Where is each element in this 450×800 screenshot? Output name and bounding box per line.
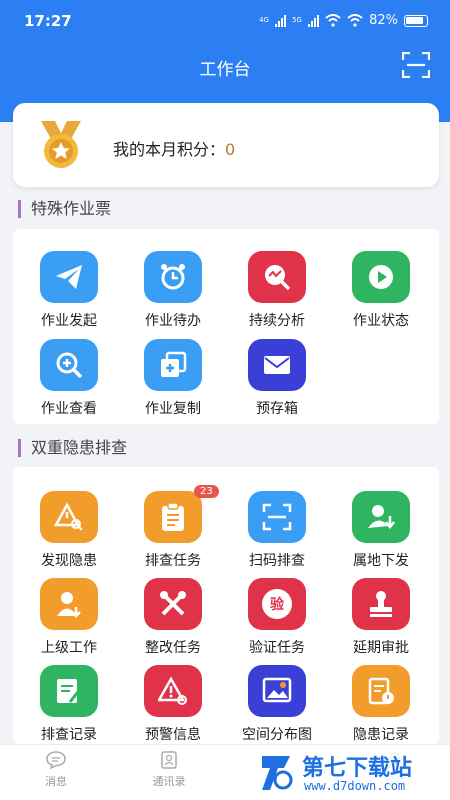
task-count-badge: 23 xyxy=(194,485,219,498)
score-value: 0 xyxy=(225,140,236,159)
scan-code-icon xyxy=(248,491,306,543)
status-bar: 17:27 4G 5G 82% xyxy=(0,0,450,44)
edit-document-icon xyxy=(40,665,98,717)
warning-search-icon xyxy=(40,491,98,543)
grid-item-label: 空间分布图 xyxy=(242,727,312,743)
watermark-name: 第七下载站 xyxy=(302,756,413,781)
grid-item-scan-check[interactable]: 扫码排查 xyxy=(221,491,325,577)
score-label: 我的本月积分：0 xyxy=(113,140,236,159)
tab-contacts[interactable]: 通讯录 xyxy=(139,751,199,789)
watermark-url: www.d7down.com xyxy=(304,779,406,793)
grid-item-spatial-map[interactable]: 空间分布图 xyxy=(221,665,325,751)
scan-icon[interactable] xyxy=(402,52,430,78)
user-download-icon xyxy=(352,491,410,543)
grid-item-continuous-analysis[interactable]: 持续分析 xyxy=(221,251,325,337)
grid-item-label: 预警信息 xyxy=(145,727,201,743)
stamp-icon xyxy=(352,578,410,630)
grid-item-label: 验证任务 xyxy=(249,640,305,656)
user-task-icon xyxy=(40,578,98,630)
section-title-hazard-check: 双重隐患排查 xyxy=(18,439,127,457)
grid-item-label: 排查记录 xyxy=(41,727,97,743)
wifi-icon-2 xyxy=(347,14,363,27)
medal-icon xyxy=(41,121,81,168)
grid-item-label: 延期审批 xyxy=(353,640,409,656)
clipboard-icon xyxy=(144,491,202,543)
play-icon xyxy=(352,251,410,303)
grid-item-check-task[interactable]: 23 排查任务 xyxy=(117,485,221,577)
grid-item-label: 作业待办 xyxy=(145,313,201,329)
grid-item-label: 隐患记录 xyxy=(353,727,409,743)
network-4g-label: 4G xyxy=(259,16,269,24)
chat-icon xyxy=(46,751,66,769)
copy-icon xyxy=(144,339,202,391)
status-time: 17:27 xyxy=(24,12,72,30)
watermark-logo-icon xyxy=(262,756,293,790)
grid-item-label: 作业发起 xyxy=(41,313,97,329)
document-warning-icon xyxy=(352,665,410,717)
grid-item-job-status[interactable]: 作业状态 xyxy=(325,251,429,337)
paper-plane-icon xyxy=(40,251,98,303)
grid-item-label: 持续分析 xyxy=(249,313,305,329)
grid-item-extension-approval[interactable]: 延期审批 xyxy=(325,578,429,664)
magnifier-chart-icon xyxy=(248,251,306,303)
grid-item-verify-task[interactable]: 验 验证任务 xyxy=(221,578,325,664)
grid-item-job-copy[interactable]: 作业复制 xyxy=(117,339,221,425)
site-watermark: 第七下载站 www.d7down.com xyxy=(250,746,450,800)
tab-label: 消息 xyxy=(45,775,67,788)
grid-item-warning-info[interactable]: 预警信息 xyxy=(117,665,221,751)
special-work-panel: 作业发起 作业待办 持续分析 作业状态 作业查看 作业复制 预存箱 xyxy=(13,229,439,424)
hazard-check-panel: 发现隐患 23 排查任务 扫码排查 属地下发 上级工作 整改任务 验 验证任务 … xyxy=(13,467,439,744)
grid-item-label: 整改任务 xyxy=(145,640,201,656)
grid-item-local-dispatch[interactable]: 属地下发 xyxy=(325,491,429,577)
zoom-in-icon xyxy=(40,339,98,391)
grid-item-superior-work[interactable]: 上级工作 xyxy=(13,578,117,664)
address-book-icon xyxy=(161,751,177,769)
grid-item-check-record[interactable]: 排查记录 xyxy=(13,665,117,751)
grid-item-draft-box[interactable]: 预存箱 xyxy=(221,339,325,425)
grid-item-label: 作业复制 xyxy=(145,401,201,417)
grid-item-label: 属地下发 xyxy=(353,553,409,569)
verify-stamp-icon: 验 xyxy=(248,578,306,630)
grid-item-label: 扫码排查 xyxy=(249,553,305,569)
grid-item-hazard-record[interactable]: 隐患记录 xyxy=(325,665,429,751)
grid-item-label: 发现隐患 xyxy=(41,553,97,569)
grid-item-label: 作业状态 xyxy=(353,313,409,329)
alarm-clock-icon xyxy=(144,251,202,303)
grid-item-label: 作业查看 xyxy=(41,401,97,417)
tab-messages[interactable]: 消息 xyxy=(26,751,86,789)
monthly-score-card[interactable]: 我的本月积分：0 xyxy=(13,103,439,187)
battery-percent: 82% xyxy=(369,13,398,28)
battery-icon xyxy=(404,14,428,27)
status-icons: 4G 5G 82% xyxy=(259,13,428,28)
tools-icon xyxy=(144,578,202,630)
grid-item-rectify-task[interactable]: 整改任务 xyxy=(117,578,221,664)
signal-icon-2 xyxy=(308,14,320,27)
grid-item-job-view[interactable]: 作业查看 xyxy=(13,339,117,425)
envelope-icon xyxy=(248,339,306,391)
signal-icon xyxy=(275,14,287,27)
grid-item-label: 排查任务 xyxy=(145,553,201,569)
picture-map-icon xyxy=(248,665,306,717)
grid-item-job-initiate[interactable]: 作业发起 xyxy=(13,251,117,337)
grid-item-job-pending[interactable]: 作业待办 xyxy=(117,251,221,337)
page-title: 工作台 xyxy=(199,60,251,80)
alert-settings-icon xyxy=(144,665,202,717)
grid-item-label: 预存箱 xyxy=(256,401,298,417)
network-5g-label: 5G xyxy=(292,16,302,24)
tab-label: 通讯录 xyxy=(152,775,186,788)
grid-item-label: 上级工作 xyxy=(41,640,97,656)
wifi-icon xyxy=(325,14,341,27)
grid-item-find-hazard[interactable]: 发现隐患 xyxy=(13,491,117,577)
section-title-special-work: 特殊作业票 xyxy=(18,200,111,218)
